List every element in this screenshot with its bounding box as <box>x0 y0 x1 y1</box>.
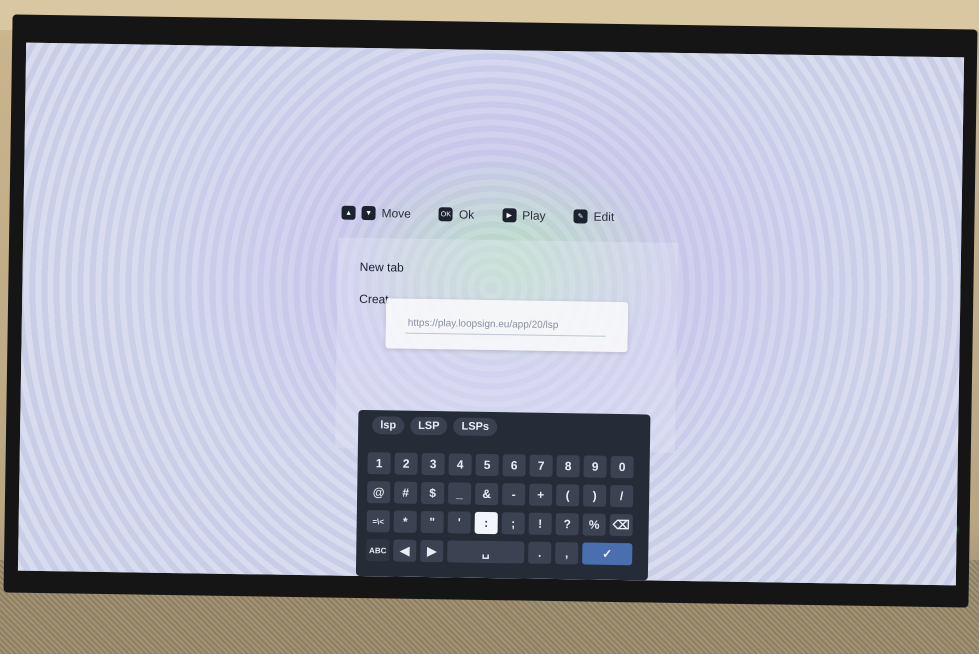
keyboard-row-bottom: ABC ◀ ▶ ␣ . , ✓ <box>366 539 633 566</box>
key[interactable]: ? <box>555 513 579 536</box>
key[interactable]: 8 <box>556 455 580 478</box>
suggestion-chip[interactable]: LSPs <box>453 417 498 437</box>
key[interactable]: 5 <box>475 453 499 477</box>
hint-edit-label: Edit <box>593 209 615 224</box>
key[interactable]: 6 <box>502 454 526 477</box>
cursor-right-icon[interactable]: ▶ <box>420 539 444 563</box>
enter-check-icon[interactable]: ✓ <box>582 542 633 566</box>
backspace-icon[interactable]: ⌫ <box>609 513 633 537</box>
menu-item-new-tab[interactable]: New tab <box>360 260 404 275</box>
key[interactable]: / <box>609 484 634 508</box>
key[interactable]: - <box>501 483 526 506</box>
suggestion-chip[interactable]: lsp <box>372 416 405 435</box>
period-key[interactable]: . <box>528 541 552 564</box>
key[interactable]: 1 <box>367 452 391 475</box>
key[interactable]: + <box>528 483 553 506</box>
suggestion-row: lsp LSP LSPs <box>372 416 498 437</box>
hint-move-label: Move <box>381 206 412 221</box>
key[interactable]: $ <box>421 481 445 505</box>
hint-play-label: Play <box>522 208 546 223</box>
menu-item-create[interactable]: Creat <box>359 292 389 306</box>
dpad-icon: ▲ <box>341 205 356 220</box>
hint-edit: ✎ Edit <box>573 209 614 224</box>
key[interactable]: ; <box>501 512 525 535</box>
on-screen-keyboard: lsp LSP LSPs 1 2 3 4 5 6 7 8 9 0 @ # $ _… <box>355 409 651 581</box>
ok-key-icon: OK <box>438 207 454 222</box>
key[interactable]: * <box>393 510 417 533</box>
key[interactable]: ! <box>528 512 552 535</box>
key[interactable]: " <box>420 510 444 534</box>
key[interactable]: _ <box>448 482 472 505</box>
key-focused[interactable]: : <box>474 511 498 535</box>
symbols-toggle-key[interactable]: =\< <box>366 510 390 533</box>
key[interactable]: 3 <box>421 452 445 476</box>
key[interactable]: & <box>475 482 499 506</box>
key[interactable]: ' <box>447 511 471 534</box>
hint-play: ▶ Play <box>502 208 546 223</box>
edit-icon: ✎ <box>573 209 588 224</box>
dpad-icon-2: ▼ <box>361 205 376 221</box>
tv-screen: ▲ ▼ Move OK Ok ▶ Play ✎ Edit New tab Cre… <box>17 42 965 586</box>
comma-key[interactable]: , <box>555 542 579 565</box>
key[interactable]: ) <box>582 484 607 507</box>
key[interactable]: 9 <box>583 455 607 478</box>
space-key[interactable]: ␣ <box>447 540 525 564</box>
key[interactable]: 4 <box>448 453 472 476</box>
cursor-left-icon[interactable]: ◀ <box>393 539 417 562</box>
abc-toggle-key[interactable]: ABC <box>366 539 390 562</box>
hint-move: ▲ ▼ Move <box>341 205 412 221</box>
key[interactable]: # <box>394 481 418 504</box>
key[interactable]: 0 <box>610 455 634 479</box>
remote-hints-bar: ▲ ▼ Move OK Ok ▶ Play ✎ Edit <box>341 198 681 233</box>
keyboard-row-symbols-1: @ # $ _ & - + ( ) / <box>367 481 634 508</box>
hint-ok-label: Ok <box>458 207 475 222</box>
url-dialog <box>385 298 629 353</box>
hint-ok: OK Ok <box>438 207 475 222</box>
url-input[interactable] <box>405 316 610 333</box>
keyboard-row-symbols-2: =\< * " ' : ; ! ? % ⌫ <box>366 510 633 537</box>
keyboard-row-numbers: 1 2 3 4 5 6 7 8 9 0 <box>367 452 634 479</box>
play-icon: ▶ <box>502 208 517 223</box>
key[interactable]: ( <box>555 484 580 507</box>
key[interactable]: 2 <box>394 452 418 475</box>
key[interactable]: 7 <box>529 454 553 477</box>
url-input-underline <box>405 332 606 337</box>
suggestion-chip[interactable]: LSP <box>409 416 448 436</box>
key[interactable]: @ <box>367 481 391 504</box>
key[interactable]: % <box>582 513 606 536</box>
